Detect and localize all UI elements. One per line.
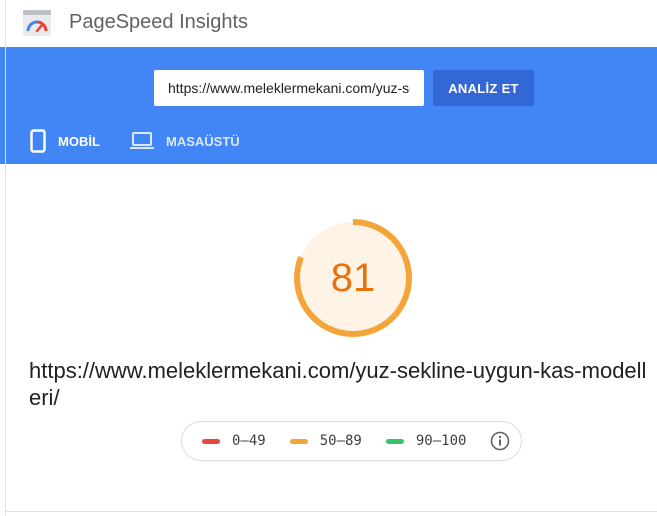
- legend-label: 90–100: [415, 433, 467, 449]
- laptop-icon: [130, 131, 154, 151]
- tab-mobile[interactable]: MOBİL: [30, 129, 100, 153]
- divider: [6, 511, 657, 512]
- legend-swatch-orange: [289, 438, 308, 444]
- left-edge-strip: [0, 47, 5, 164]
- app-title: PageSpeed Insights: [69, 11, 249, 33]
- tab-desktop[interactable]: MASAÜSTÜ: [130, 129, 240, 153]
- url-input[interactable]: [154, 70, 424, 106]
- tested-url: https://www.meleklermekani.com/yuz-sekli…: [29, 358, 647, 410]
- tab-mobile-label: MOBİL: [58, 133, 100, 149]
- pagespeed-logo-icon: [22, 8, 52, 38]
- legend-item-fail: 0–49: [202, 433, 266, 449]
- smartphone-icon: [30, 129, 46, 153]
- legend-item-pass: 90–100: [385, 433, 467, 449]
- score-value: 81: [330, 255, 376, 300]
- tab-desktop-label: MASAÜSTÜ: [166, 133, 240, 149]
- score-gauge: 81: [291, 216, 415, 340]
- info-icon[interactable]: [490, 431, 510, 451]
- url-banner: ANALİZ ET MOBİL MASAÜSTÜ: [6, 47, 657, 164]
- legend-swatch-green: [385, 438, 404, 444]
- legend-label: 50–89: [319, 433, 362, 449]
- app-header: PageSpeed Insights: [6, 0, 657, 47]
- legend-label: 0–49: [232, 433, 266, 449]
- score-legend: 0–49 50–89 90–100: [181, 421, 522, 461]
- legend-item-average: 50–89: [289, 433, 362, 449]
- analyze-button[interactable]: ANALİZ ET: [433, 70, 534, 106]
- legend-swatch-red: [202, 438, 220, 444]
